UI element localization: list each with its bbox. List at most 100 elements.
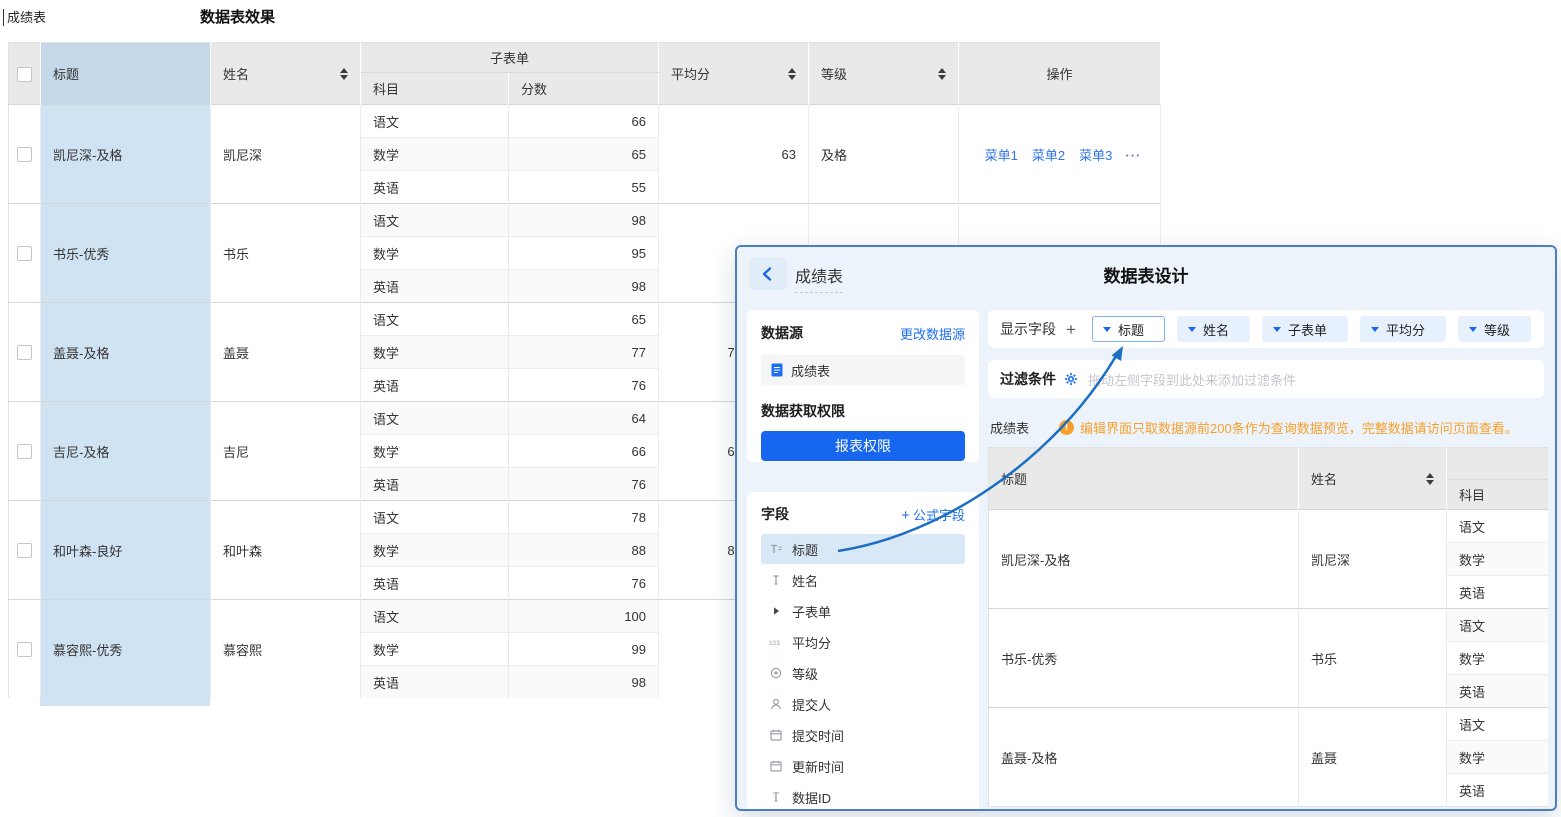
chevron-down-icon[interactable] (1273, 327, 1281, 332)
subject-column-header: 科目 (361, 73, 509, 105)
name-cell: 书乐 (211, 204, 361, 303)
preview-title-cell: 凯尼深-及格 (989, 510, 1299, 609)
row-checkbox[interactable] (17, 246, 32, 261)
column-header-label: 姓名 (223, 64, 249, 83)
chevron-down-icon[interactable] (1103, 327, 1111, 332)
subject-cell: 数学 (361, 237, 509, 270)
name-cell: 慕容熙 (211, 600, 361, 699)
display-field-chip[interactable]: 子表单 (1262, 316, 1348, 342)
preview-row: 盖聂-及格盖聂语文 (989, 708, 1549, 741)
score-cell: 66 (509, 105, 659, 138)
display-field-chips: 标题姓名子表单平均分等级 (1092, 316, 1531, 342)
field-item[interactable]: 更新时间 (761, 751, 965, 781)
column-header: 平均分 (659, 43, 809, 105)
field-item[interactable]: 标题 (761, 534, 965, 564)
row-checkbox[interactable] (17, 543, 32, 558)
score-cell: 64 (509, 402, 659, 435)
add-display-field-button[interactable]: + (1066, 321, 1076, 338)
report-permission-button[interactable]: 报表权限 (761, 431, 965, 461)
title-cell: 盖聂-及格 (41, 303, 211, 402)
display-field-chip[interactable]: 标题 (1092, 316, 1165, 342)
action-link[interactable]: 菜单1 (985, 148, 1018, 163)
subject-cell: 语文 (361, 402, 509, 435)
datasource-item[interactable]: 成绩表 (761, 355, 965, 385)
preview-row: 书乐-优秀书乐语文 (989, 609, 1549, 642)
preview-row: 凯尼深-及格凯尼深语文 (989, 510, 1549, 543)
column-header: 姓名 (1299, 448, 1447, 510)
formula-field-label: 公式字段 (913, 508, 965, 523)
preview-name-cell: 书乐 (1299, 609, 1447, 708)
sort-icon[interactable] (938, 68, 946, 80)
title-cell: 慕容熙-优秀 (41, 600, 211, 699)
column-header-label: 平均分 (671, 64, 710, 83)
field-item-label: 更新时间 (792, 757, 844, 776)
calendar-icon (769, 728, 783, 742)
user-icon (769, 697, 783, 711)
title-cell: 凯尼深-及格 (41, 105, 211, 204)
sort-icon[interactable] (340, 68, 348, 80)
page-title: 数据表效果 (200, 6, 275, 27)
score-cell: 100 (509, 600, 659, 633)
chevron-down-icon[interactable] (1371, 327, 1379, 332)
filter-label: 过滤条件 (1000, 369, 1056, 389)
subject-cell: 语文 (361, 501, 509, 534)
select-all-checkbox[interactable] (17, 67, 32, 82)
row-checkbox[interactable] (17, 444, 32, 459)
name-cell: 和叶森 (211, 501, 361, 600)
field-item[interactable]: 数据ID (761, 782, 965, 811)
field-item[interactable]: 提交人 (761, 689, 965, 719)
field-item-label: 姓名 (792, 571, 818, 590)
text-icon (769, 573, 783, 587)
name-cell: 吉尼 (211, 402, 361, 501)
add-formula-field-link[interactable]: 公式字段 (901, 505, 965, 524)
field-item-label: 平均分 (792, 633, 831, 652)
more-actions-icon[interactable]: ··· (1125, 148, 1141, 163)
designer-title: 数据表设计 (737, 262, 1555, 287)
field-item[interactable]: 等级 (761, 658, 965, 688)
actions-cell: 菜单1 菜单2 菜单3 ··· (959, 105, 1161, 204)
field-item[interactable]: 子表单 (761, 596, 965, 626)
title-column-header: 标题 (41, 43, 211, 105)
chevron-down-icon[interactable] (1188, 327, 1196, 332)
datasource-section-title: 数据源 (761, 323, 803, 343)
subject-cell: 英语 (361, 468, 509, 501)
document-icon (771, 363, 783, 377)
field-item[interactable]: 123平均分 (761, 627, 965, 657)
display-field-chip[interactable]: 等级 (1458, 316, 1531, 342)
chevron-down-icon[interactable] (1469, 327, 1477, 332)
change-datasource-link[interactable]: 更改数据源 (900, 324, 965, 343)
field-item-label: 标题 (792, 540, 818, 559)
gear-icon[interactable] (1064, 372, 1078, 386)
datasource-card: 数据源 更改数据源 成绩表 数据获取权限 报表权限 (747, 310, 979, 462)
grade-table-label: 成绩表 (3, 9, 46, 26)
score-cell: 66 (509, 435, 659, 468)
row-checkbox[interactable] (17, 642, 32, 657)
action-link[interactable]: 菜单3 (1079, 148, 1112, 163)
score-cell: 55 (509, 171, 659, 204)
column-header: 等级 (809, 43, 959, 105)
display-field-chip[interactable]: 平均分 (1360, 316, 1446, 342)
column-header-label: 姓名 (1311, 469, 1337, 488)
display-fields-bar: 显示字段 + 标题姓名子表单平均分等级 (988, 310, 1544, 348)
row-checkbox[interactable] (17, 147, 32, 162)
preview-subject-cell: 英语 (1447, 576, 1549, 609)
preview-source-name: 成绩表 (990, 418, 1029, 437)
average-cell: 63 (659, 105, 809, 204)
row-checkbox[interactable] (17, 345, 32, 360)
filter-dropzone[interactable]: 过滤条件 拖动左侧字段到此处来添加过滤条件 (988, 360, 1544, 398)
table-row: 凯尼深-及格凯尼深语文6663及格菜单1菜单2菜单3··· (9, 105, 1161, 138)
score-cell: 98 (509, 204, 659, 237)
subject-cell: 英语 (361, 369, 509, 402)
field-item[interactable]: 提交时间 (761, 720, 965, 750)
action-link[interactable]: 菜单2 (1032, 148, 1065, 163)
score-cell: 78 (509, 501, 659, 534)
score-cell: 76 (509, 567, 659, 600)
sort-icon[interactable] (1426, 473, 1434, 485)
permission-section-title: 数据获取权限 (761, 401, 965, 421)
sort-icon[interactable] (788, 68, 796, 80)
field-item[interactable]: 姓名 (761, 565, 965, 595)
display-field-chip[interactable]: 姓名 (1177, 316, 1250, 342)
preview-info-row: 成绩表 编辑界面只取数据源前200条作为查询数据预览，完整数据请访问页面查看。 (990, 417, 1546, 437)
preview-subject-cell: 英语 (1447, 675, 1549, 708)
row-checkbox-cell (9, 204, 41, 303)
